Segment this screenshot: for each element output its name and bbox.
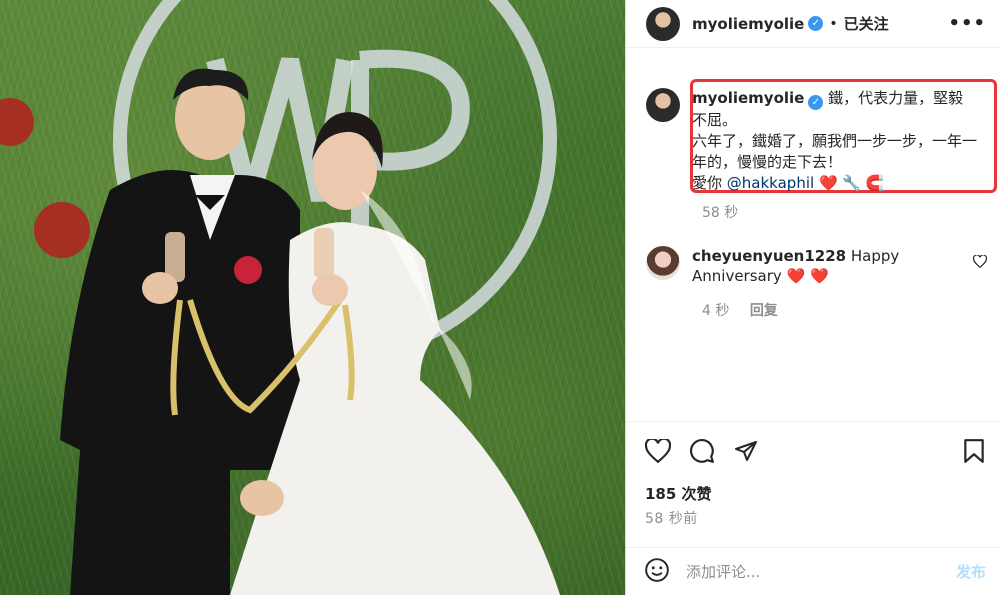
- caption-emojis: ❤️ 🔧 🧲: [818, 174, 885, 192]
- author-avatar[interactable]: [646, 6, 680, 41]
- post-timestamp[interactable]: 58 秒前: [645, 508, 698, 528]
- comment-item: cheyuenyuen1228 Happy Anniversary ❤️ ❤️: [646, 246, 986, 286]
- caption-username[interactable]: myoliemyolie: [692, 89, 804, 107]
- share-paper-plane-icon[interactable]: [732, 437, 760, 465]
- post-header: myoliemyolie ✓ • 已关注 •••: [626, 0, 1000, 48]
- caption-comment: myoliemyolie ✓ 鐵，代表力量，堅毅不屈。 六年了，鐵婚了，願我們一步…: [646, 88, 977, 194]
- action-bar: [626, 421, 1000, 479]
- commenter-username[interactable]: cheyuenyuen1228: [692, 247, 846, 265]
- caption-text: myoliemyolie ✓ 鐵，代表力量，堅毅不屈。 六年了，鐵婚了，願我們一步…: [692, 88, 977, 194]
- separator-dot: •: [829, 15, 838, 32]
- post-comment-button[interactable]: 发布: [956, 561, 986, 582]
- mention-link[interactable]: @hakkaphil: [727, 174, 814, 192]
- verified-badge-icon: ✓: [808, 16, 824, 31]
- follow-status-button[interactable]: 已关注: [844, 13, 889, 34]
- caption-line-3-prefix: 愛你: [692, 174, 723, 192]
- author-username[interactable]: myoliemyolie: [692, 15, 804, 33]
- likes-count[interactable]: 185 次赞: [645, 483, 712, 504]
- caption-line-2: 六年了，鐵婚了，願我們一步一步，一年一年的，慢慢的走下去！: [692, 132, 978, 171]
- comment-like-heart-icon[interactable]: [972, 254, 988, 272]
- caption-timestamp[interactable]: 58 秒: [702, 202, 738, 222]
- comment-emojis: ❤️ ❤️: [786, 267, 829, 285]
- comment-input[interactable]: [686, 562, 956, 581]
- caption-author-avatar[interactable]: [646, 88, 680, 122]
- commenter-avatar[interactable]: [646, 246, 680, 280]
- reply-button[interactable]: 回复: [750, 303, 778, 319]
- add-comment-bar: 发布: [626, 547, 1000, 595]
- emoji-smiley-icon[interactable]: [644, 557, 670, 587]
- comment-bubble-icon[interactable]: [688, 437, 716, 465]
- photo-illustration: [0, 0, 560, 595]
- comment-text: cheyuenyuen1228 Happy Anniversary ❤️ ❤️: [692, 246, 962, 286]
- verified-badge-icon: ✓: [808, 95, 824, 110]
- comment-meta-row: 4 秒 回复: [702, 300, 778, 320]
- post-image[interactable]: [0, 0, 625, 595]
- comment-timestamp[interactable]: 4 秒: [702, 303, 729, 319]
- more-options-icon[interactable]: •••: [948, 13, 986, 34]
- save-bookmark-icon[interactable]: [960, 437, 988, 465]
- post-side-panel: myoliemyolie ✓ • 已关注 ••• myoliemyolie ✓ 鐵…: [625, 0, 1000, 595]
- like-heart-icon[interactable]: [644, 437, 672, 465]
